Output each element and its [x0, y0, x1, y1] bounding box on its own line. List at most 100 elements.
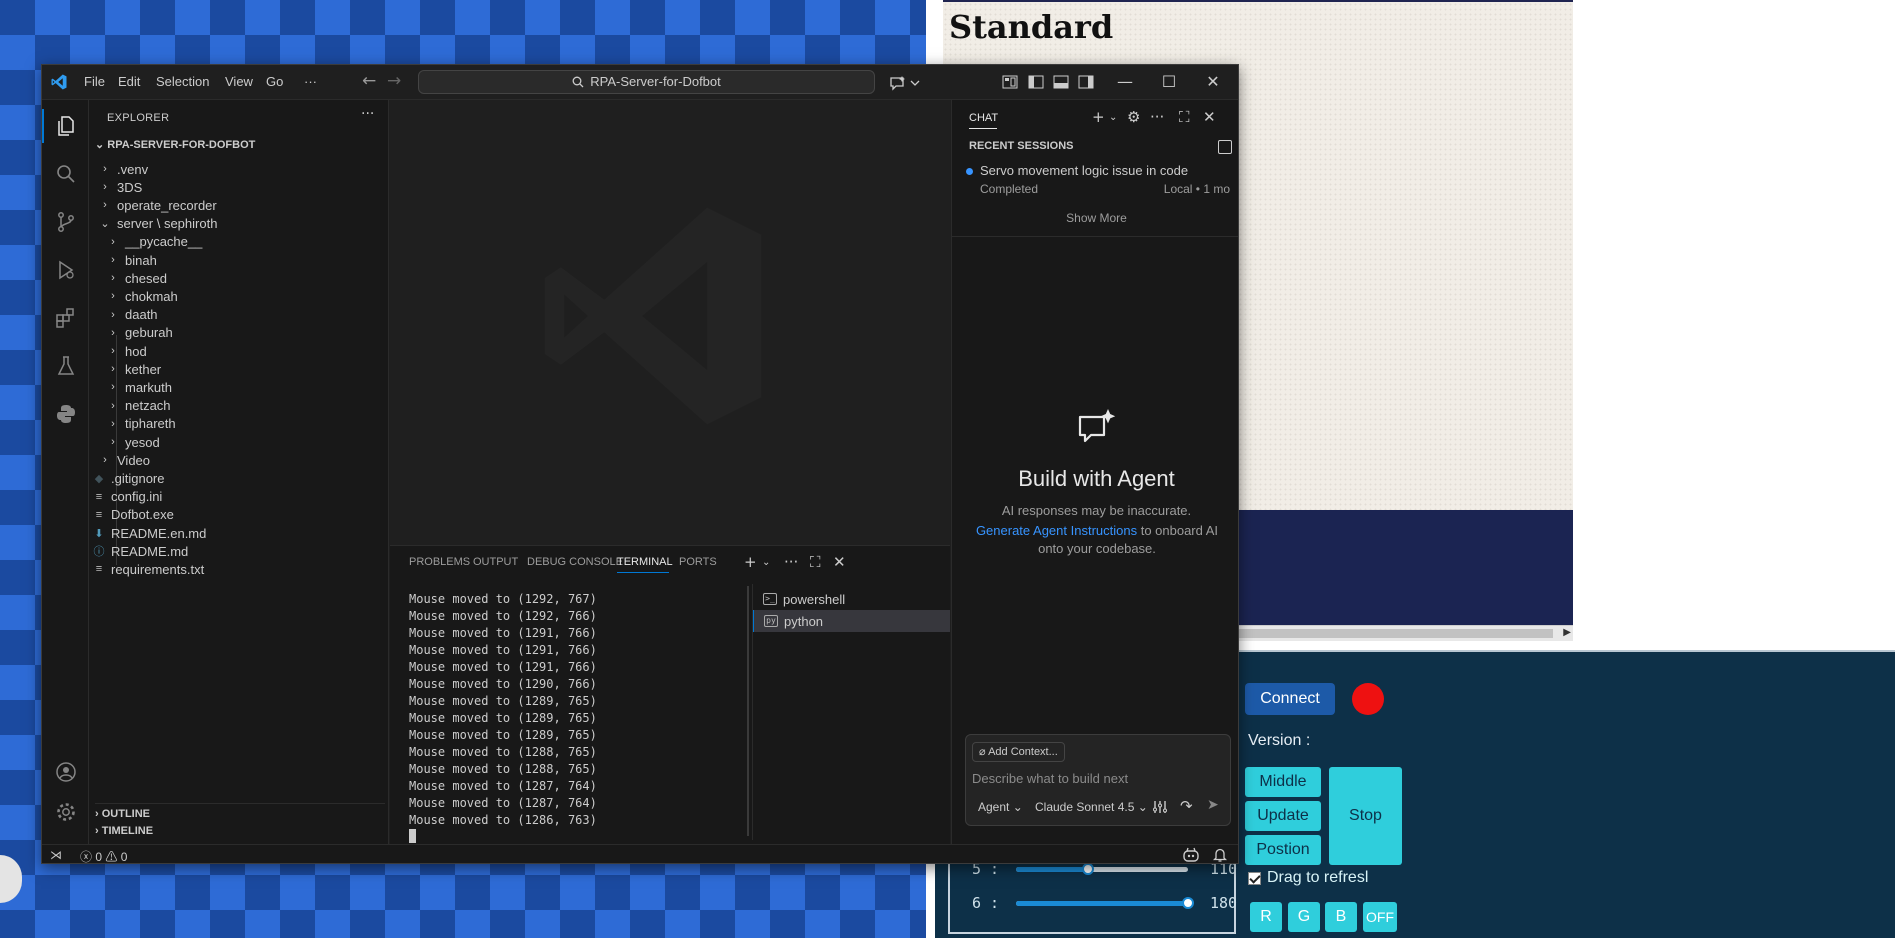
led-green-button[interactable]: G — [1288, 902, 1320, 932]
chevron-right-icon: › — [95, 808, 102, 820]
menu-selection[interactable]: Selection — [156, 74, 209, 89]
chevron-down-icon: ⌄ — [95, 139, 108, 151]
python-icon[interactable] — [54, 402, 78, 426]
testing-flask-icon[interactable] — [54, 354, 78, 378]
update-button[interactable]: Update — [1245, 801, 1321, 831]
servo-slider-track[interactable] — [1016, 896, 1194, 909]
manage-gear-icon[interactable] — [54, 800, 78, 824]
source-control-icon[interactable] — [54, 210, 78, 234]
tree-file[interactable]: ≡ requirements.txt — [89, 558, 389, 580]
toggle-primary-sidebar-icon[interactable] — [1028, 75, 1044, 89]
mode-select[interactable]: Agent ⌄ — [978, 800, 1023, 814]
run-debug-icon[interactable] — [54, 258, 78, 282]
tree-item-label: operate_recorder — [117, 197, 217, 213]
middle-button[interactable]: Middle — [1245, 767, 1321, 797]
led-off-button[interactable]: OFF — [1363, 902, 1397, 932]
tab-output[interactable]: OUTPUT — [473, 556, 518, 568]
menu-more[interactable]: ··· — [304, 74, 317, 89]
session-title[interactable]: Servo movement logic issue in code — [980, 163, 1188, 178]
terminal-output[interactable]: Mouse moved to (1292, 767) Mouse moved to… — [409, 591, 597, 846]
checkbox-checked-icon[interactable] — [1248, 871, 1261, 885]
generate-instructions-link[interactable]: Generate Agent Instructions — [976, 523, 1137, 538]
send-icon[interactable]: ➤ — [1207, 797, 1219, 813]
tree-item-label: tiphareth — [125, 416, 176, 432]
active-tab-underline — [617, 572, 669, 573]
chat-title[interactable]: CHAT — [969, 112, 998, 124]
chevron-right-icon: › — [111, 399, 115, 412]
search-icon[interactable] — [54, 162, 78, 186]
led-red-button[interactable]: R — [1250, 902, 1282, 932]
customize-layout-icon[interactable] — [1002, 75, 1018, 89]
forward-arrow-icon[interactable]: → — [387, 71, 401, 91]
model-select[interactable]: Claude Sonnet 4.5 ⌄ — [1035, 800, 1148, 814]
delegate-arrow-icon[interactable]: ↷ — [1180, 797, 1193, 815]
back-arrow-icon[interactable]: ← — [362, 71, 376, 91]
connect-button[interactable]: Connect — [1245, 683, 1335, 715]
terminal-item-python[interactable]: py python — [753, 610, 950, 632]
account-icon[interactable] — [54, 760, 78, 784]
servo-slider-fill — [1016, 900, 1188, 906]
scroll-right-arrow-icon[interactable]: ▶ — [1563, 627, 1571, 638]
chevron-down-icon[interactable]: ⌄ — [1109, 112, 1117, 123]
outline-section[interactable]: › OUTLINE — [95, 803, 385, 820]
terminal-scrollbar[interactable] — [747, 586, 749, 836]
chat-input-box[interactable]: ⌀ Add Context... Describe what to build … — [965, 734, 1231, 826]
tab-debug-console[interactable]: DEBUG CONSOLE — [527, 556, 623, 568]
more-actions-icon[interactable]: ··· — [1150, 108, 1164, 126]
vscode-logo-icon — [51, 74, 67, 90]
tree-item-label: kether — [125, 361, 162, 377]
agent-disclaimer: AI responses may be inaccurate. — [1001, 503, 1192, 518]
extensions-icon[interactable] — [54, 306, 78, 330]
chevron-right-icon: › — [103, 199, 107, 212]
terminal-line: Mouse moved to (1288, 765) — [409, 745, 597, 759]
new-chat-plus-icon[interactable]: + — [1092, 108, 1105, 126]
position-button[interactable]: Postion — [1245, 835, 1321, 865]
close-icon[interactable]: ✕ — [1193, 68, 1233, 96]
more-actions-icon[interactable]: ··· — [361, 106, 374, 122]
timeline-section[interactable]: › TIMELINE — [95, 825, 153, 837]
tab-terminal[interactable]: TERMINAL — [617, 556, 673, 568]
menu-view[interactable]: View — [225, 74, 253, 89]
chevron-right-icon: › — [111, 308, 115, 321]
explorer-files-icon[interactable] — [54, 114, 78, 138]
terminal-item-powershell[interactable]: >_ powershell — [753, 588, 950, 610]
command-center-search[interactable]: RPA-Server-for-Dofbot — [418, 70, 875, 94]
servo-slider-knob[interactable] — [1182, 896, 1194, 909]
tab-ports[interactable]: PORTS — [679, 556, 717, 568]
menu-edit[interactable]: Edit — [118, 74, 140, 89]
notifications-bell-icon[interactable] — [1213, 847, 1227, 863]
add-context-button[interactable]: ⌀ Add Context... — [972, 742, 1065, 762]
servo-slider-knob[interactable] — [1082, 862, 1095, 875]
gear-icon[interactable]: ⚙ — [1127, 108, 1140, 126]
minimize-icon[interactable]: — — [1105, 68, 1145, 96]
terminal-line: Mouse moved to (1287, 764) — [409, 779, 597, 793]
close-chat-icon[interactable]: ✕ — [1203, 108, 1216, 126]
led-blue-button[interactable]: B — [1325, 902, 1357, 932]
project-root-folder[interactable]: ⌄ RPA-SERVER-FOR-DOFBOT — [95, 138, 255, 151]
copilot-status-icon[interactable] — [1182, 847, 1200, 863]
problems-count[interactable]: ⓧ 0 ⚠ 0 — [80, 848, 127, 863]
chat-input-placeholder[interactable]: Describe what to build next — [972, 771, 1128, 786]
more-actions-icon[interactable]: ··· — [784, 553, 798, 571]
close-panel-icon[interactable]: ✕ — [833, 553, 846, 571]
stop-button[interactable]: Stop — [1329, 767, 1402, 865]
maximize-icon[interactable]: ☐ — [1149, 68, 1189, 96]
drag-refresh-checkbox[interactable]: Drag to refresl — [1248, 869, 1368, 887]
scrollbar-thumb[interactable] — [1223, 629, 1553, 638]
sessions-view-toggle-icon[interactable] — [1218, 140, 1232, 154]
remote-indicator-icon[interactable]: ⋊ — [50, 848, 62, 862]
tools-icon[interactable] — [1152, 799, 1168, 815]
new-terminal-plus-icon[interactable]: + — [744, 553, 757, 571]
toggle-secondary-sidebar-icon[interactable] — [1078, 75, 1094, 89]
menu-file[interactable]: File — [84, 74, 105, 89]
tab-problems[interactable]: PROBLEMS — [409, 556, 470, 568]
show-more-button[interactable]: Show More — [952, 211, 1238, 225]
copilot-chat-toggle-icon[interactable] — [888, 74, 922, 92]
servo-slider-track[interactable] — [1016, 862, 1188, 875]
menu-go[interactable]: Go — [266, 74, 283, 89]
maximize-panel-icon[interactable]: ⛶ — [810, 553, 821, 571]
maximize-chat-icon[interactable]: ⛶ — [1179, 108, 1190, 126]
chat-panel: CHAT + ⌄ ⚙ ··· ⛶ ✕ RECENT SESSIONS Servo… — [951, 100, 1238, 844]
toggle-panel-icon[interactable] — [1053, 75, 1069, 89]
chevron-down-icon[interactable]: ⌄ — [762, 557, 770, 568]
